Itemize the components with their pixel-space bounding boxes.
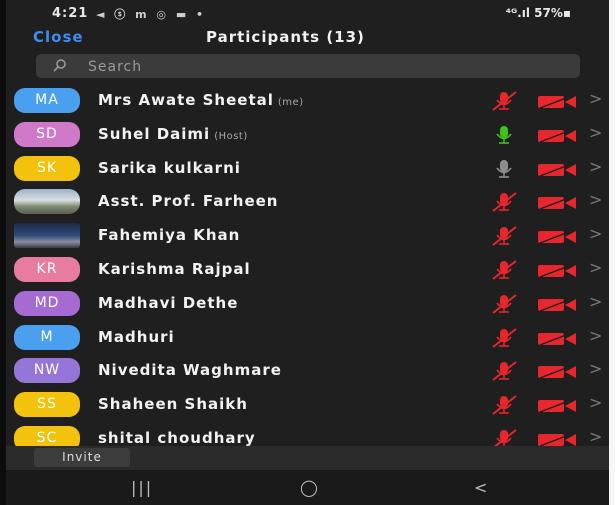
video-off-icon[interactable] xyxy=(538,195,578,214)
participant-row[interactable]: SK Sarika kulkarni > xyxy=(6,152,609,186)
bottom-bar: Invite xyxy=(6,446,609,470)
chevron-right-icon[interactable]: > xyxy=(589,292,602,311)
participant-name: Madhuri xyxy=(98,328,175,346)
participant-row[interactable]: MA Mrs Awate Sheetal (me) > xyxy=(6,84,609,118)
participant-name: Nivedita Waghmare xyxy=(98,361,282,379)
chevron-right-icon[interactable]: > xyxy=(589,359,602,378)
participant-list[interactable]: MA Mrs Awate Sheetal (me) > SD Suhel Daimi (Ho… xyxy=(6,84,609,446)
participant-name: Karishma Rajpal xyxy=(98,260,251,278)
video-off-icon[interactable] xyxy=(538,330,578,350)
participant-row[interactable]: KR Karishma Rajpal > xyxy=(6,253,609,287)
video-off-icon[interactable] xyxy=(538,398,578,417)
back-icon[interactable]: < xyxy=(474,478,487,497)
video-off-icon[interactable] xyxy=(538,297,578,316)
chevron-right-icon[interactable]: > xyxy=(589,258,602,277)
avatar: SS xyxy=(14,392,80,418)
avatar: SD xyxy=(14,121,80,147)
participant-name-text: Asst. Prof. Farheen xyxy=(98,192,279,211)
participant-name-text: Madhuri xyxy=(98,327,175,346)
mic-muted-icon[interactable] xyxy=(489,360,519,386)
video-off-icon[interactable] xyxy=(538,263,578,282)
role-tag: (me) xyxy=(277,97,304,108)
participant-name-text: Nivedita Waghmare xyxy=(98,361,282,380)
avatar xyxy=(14,189,80,215)
status-bar: 4:21 ◄ ⓢ m ◎ ▬ • ⁴ᴳ.ıl 57%▪ xyxy=(6,0,609,28)
mic-muted-icon[interactable] xyxy=(489,259,519,285)
participant-row[interactable]: MD Madhavi Dethe > xyxy=(6,287,609,321)
participant-row[interactable]: Fahemiya Khan > xyxy=(6,219,609,253)
mic-active-icon[interactable] xyxy=(489,124,519,150)
left-border xyxy=(0,0,6,505)
participant-name-text: Mrs Awate Sheetal xyxy=(98,91,274,109)
participant-name: Madhavi Dethe xyxy=(98,294,238,312)
participant-row[interactable]: M Madhuri > xyxy=(6,321,609,355)
page-title: Participants (13) xyxy=(206,28,365,46)
recent-apps-icon[interactable]: ||| xyxy=(131,478,153,497)
participant-row[interactable]: SC shital choudhary > xyxy=(6,422,609,446)
participant-name: Asst. Prof. Farheen xyxy=(98,192,278,210)
participant-name-text: Madhavi Dethe xyxy=(98,293,239,312)
battery-signal-status: ⁴ᴳ.ıl 57%▪ xyxy=(505,6,571,20)
participants-header: Close Participants (13) xyxy=(6,28,609,50)
mic-muted-icon[interactable] xyxy=(489,225,519,251)
zoom-participants-screen: 4:21 ◄ ⓢ m ◎ ▬ • ⁴ᴳ.ıl 57%▪ Close Partic… xyxy=(6,0,609,505)
mic-muted-icon[interactable] xyxy=(489,90,519,116)
mic-muted-icon[interactable] xyxy=(489,327,519,353)
chevron-right-icon[interactable]: > xyxy=(589,190,602,209)
home-icon[interactable]: ◯ xyxy=(300,478,318,497)
video-off-icon[interactable] xyxy=(538,94,578,113)
android-nav-bar: ||| ◯ < xyxy=(6,470,609,505)
participant-row[interactable]: Asst. Prof. Farheen > xyxy=(6,185,609,219)
chevron-right-icon[interactable]: > xyxy=(589,89,602,108)
avatar: KR xyxy=(14,257,80,282)
chevron-right-icon[interactable]: > xyxy=(589,393,602,412)
participant-name: Sarika kulkarni xyxy=(98,159,241,177)
mic-muted-icon[interactable] xyxy=(489,191,519,217)
mic-muted-icon[interactable] xyxy=(489,394,519,420)
avatar: NW xyxy=(14,358,80,384)
chevron-right-icon[interactable]: > xyxy=(589,427,602,446)
right-border xyxy=(609,0,615,505)
avatar: SK xyxy=(14,155,80,181)
avatar: SC xyxy=(14,426,80,446)
role-tag: (Host) xyxy=(214,130,248,142)
participant-name: shital choudhary xyxy=(98,429,256,446)
invite-button[interactable]: Invite xyxy=(34,448,130,467)
chevron-right-icon[interactable]: > xyxy=(589,326,602,345)
participant-name: Mrs Awate Sheetal (me) xyxy=(98,91,304,109)
mic-muted-icon[interactable] xyxy=(489,428,519,446)
mic-muted-icon[interactable] xyxy=(489,293,519,319)
avatar: MD xyxy=(14,290,80,316)
participant-row[interactable]: SD Suhel Daimi (Host) > xyxy=(6,118,609,152)
participant-name-text: Karishma Rajpal xyxy=(98,260,251,278)
avatar xyxy=(14,223,80,249)
participant-name: Shaheen Shaikh xyxy=(98,395,248,413)
chevron-right-icon[interactable]: > xyxy=(589,123,602,142)
video-off-icon[interactable] xyxy=(538,161,578,181)
mic-icon[interactable] xyxy=(489,158,519,184)
status-time: 4:21 xyxy=(52,6,89,21)
chevron-right-icon[interactable]: > xyxy=(589,157,602,176)
participant-name-text: Sarika kulkarni xyxy=(98,158,241,177)
participant-row[interactable]: NW Nivedita Waghmare > xyxy=(6,354,609,388)
participant-name-text: Shaheen Shaikh xyxy=(98,395,248,414)
participant-name-text: shital choudhary xyxy=(98,429,256,446)
video-off-icon[interactable] xyxy=(538,128,578,147)
avatar: MA xyxy=(14,88,80,113)
participant-name-text: Fahemiya Khan xyxy=(98,226,241,245)
video-off-icon[interactable] xyxy=(538,432,578,446)
search-bar[interactable] xyxy=(36,54,580,78)
participant-row[interactable]: SS Shaheen Shaikh > xyxy=(6,388,609,422)
video-off-icon[interactable] xyxy=(538,364,578,383)
chevron-right-icon[interactable]: > xyxy=(589,224,602,243)
close-button[interactable]: Close xyxy=(33,28,84,46)
participant-name-text: Suhel Daimi xyxy=(98,124,211,143)
avatar: M xyxy=(14,324,80,350)
search-icon xyxy=(52,58,68,78)
video-off-icon[interactable] xyxy=(538,229,578,248)
participant-name: Fahemiya Khan xyxy=(98,226,240,244)
search-input[interactable] xyxy=(86,56,570,78)
participant-name: Suhel Daimi (Host) xyxy=(98,125,248,143)
notification-icons: ◄ ⓢ m ◎ ▬ • xyxy=(96,8,207,21)
